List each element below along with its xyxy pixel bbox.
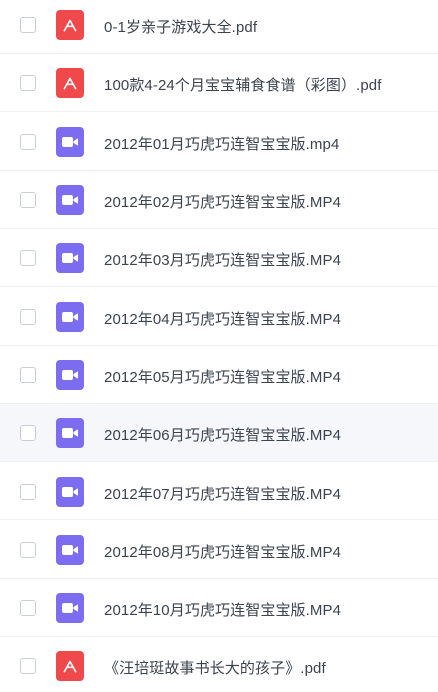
video-icon [56, 593, 84, 624]
video-icon [56, 243, 84, 274]
file-row[interactable]: 2012年05月巧虎巧连智宝宝版.MP4 [0, 345, 438, 404]
video-icon [56, 185, 84, 216]
row-checkbox[interactable] [20, 250, 36, 267]
video-icon [56, 418, 84, 449]
file-row[interactable]: 2012年04月巧虎巧连智宝宝版.MP4 [0, 287, 438, 346]
row-checkbox[interactable] [20, 658, 36, 675]
row-checkbox[interactable] [20, 308, 36, 325]
file-row[interactable]: 2012年10月巧虎巧连智宝宝版.MP4 [0, 579, 438, 637]
row-checkbox[interactable] [20, 425, 36, 442]
file-row[interactable]: 100款4-24个月宝宝辅食食谱（彩图）.pdf [0, 54, 438, 113]
file-name[interactable]: 2012年03月巧虎巧连智宝宝版.MP4 [104, 249, 341, 270]
pdf-icon [56, 651, 84, 682]
row-checkbox[interactable] [20, 483, 36, 500]
file-name[interactable]: 2012年01月巧虎巧连智宝宝版.mp4 [104, 133, 339, 154]
file-row[interactable]: 0-1岁亲子游戏大全.pdf [0, 0, 438, 54]
file-name[interactable]: 2012年02月巧虎巧连智宝宝版.MP4 [104, 191, 341, 212]
video-icon [56, 301, 84, 332]
file-row[interactable]: 2012年01月巧虎巧连智宝宝版.mp4 [0, 112, 438, 171]
file-name[interactable]: 《汪培珽故事书长大的孩子》.pdf [104, 657, 326, 678]
pdf-icon [56, 10, 84, 41]
file-row[interactable]: 2012年02月巧虎巧连智宝宝版.MP4 [0, 170, 438, 229]
file-name[interactable]: 100款4-24个月宝宝辅食食谱（彩图）.pdf [104, 74, 381, 95]
row-checkbox[interactable] [20, 366, 36, 383]
file-name[interactable]: 2012年07月巧虎巧连智宝宝版.MP4 [104, 483, 341, 504]
row-checkbox[interactable] [20, 17, 36, 34]
file-name[interactable]: 0-1岁亲子游戏大全.pdf [104, 16, 257, 37]
video-icon [56, 359, 84, 390]
row-checkbox[interactable] [20, 541, 36, 558]
file-row[interactable]: 2012年03月巧虎巧连智宝宝版.MP4 [0, 229, 438, 288]
file-name[interactable]: 2012年05月巧虎巧连智宝宝版.MP4 [104, 366, 341, 387]
pdf-icon [56, 68, 84, 99]
row-checkbox[interactable] [20, 75, 36, 92]
file-row[interactable]: 2012年07月巧虎巧连智宝宝版.MP4 [0, 462, 438, 521]
file-row[interactable]: 2012年06月巧虎巧连智宝宝版.MP4 [0, 404, 438, 463]
video-icon [56, 476, 84, 507]
file-name[interactable]: 2012年10月巧虎巧连智宝宝版.MP4 [104, 599, 341, 620]
video-icon [56, 534, 84, 565]
file-list: 0-1岁亲子游戏大全.pdf 100款4-24个月宝宝辅食食谱（彩图）.pdf … [0, 0, 438, 692]
row-checkbox[interactable] [20, 600, 36, 617]
file-name[interactable]: 2012年06月巧虎巧连智宝宝版.MP4 [104, 424, 341, 445]
row-checkbox[interactable] [20, 192, 36, 209]
video-icon [56, 126, 84, 157]
file-row[interactable]: 《汪培珽故事书长大的孩子》.pdf [0, 637, 438, 692]
row-checkbox[interactable] [20, 133, 36, 150]
file-name[interactable]: 2012年08月巧虎巧连智宝宝版.MP4 [104, 541, 341, 562]
file-row[interactable]: 2012年08月巧虎巧连智宝宝版.MP4 [0, 520, 438, 579]
file-name[interactable]: 2012年04月巧虎巧连智宝宝版.MP4 [104, 308, 341, 329]
